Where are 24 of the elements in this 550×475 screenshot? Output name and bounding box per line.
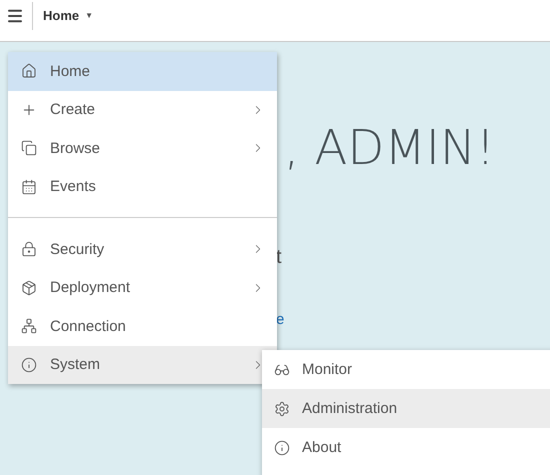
menu-item[interactable]: System [8, 346, 277, 384]
menu-item[interactable]: Create [8, 90, 277, 129]
menu-item[interactable]: Deployment [8, 268, 277, 307]
lock-icon [21, 241, 37, 258]
submenu-item[interactable]: About [262, 428, 550, 467]
box-icon [21, 280, 37, 296]
menu-item[interactable]: Security [8, 230, 277, 268]
menu-item[interactable]: Browse [8, 129, 277, 168]
info-icon [21, 356, 37, 373]
calendar-icon [21, 178, 37, 195]
menu-button[interactable] [6, 2, 33, 30]
info-icon [274, 440, 290, 456]
welcome-heading: , ADMIN! [284, 120, 496, 176]
breadcrumb-dropdown[interactable]: Home ▼ [43, 8, 94, 23]
menu-item[interactable]: Connection [8, 307, 277, 346]
home-icon [21, 63, 37, 80]
submenu-item[interactable]: Administration [262, 389, 550, 428]
documents-icon [21, 140, 37, 156]
menu-item[interactable]: Events [8, 168, 277, 206]
link-fragment[interactable]: e [276, 311, 284, 328]
menu-item[interactable]: Home [8, 52, 277, 90]
settings-icon [274, 400, 290, 416]
network-icon [21, 318, 37, 334]
text-fragment: t [276, 246, 282, 269]
